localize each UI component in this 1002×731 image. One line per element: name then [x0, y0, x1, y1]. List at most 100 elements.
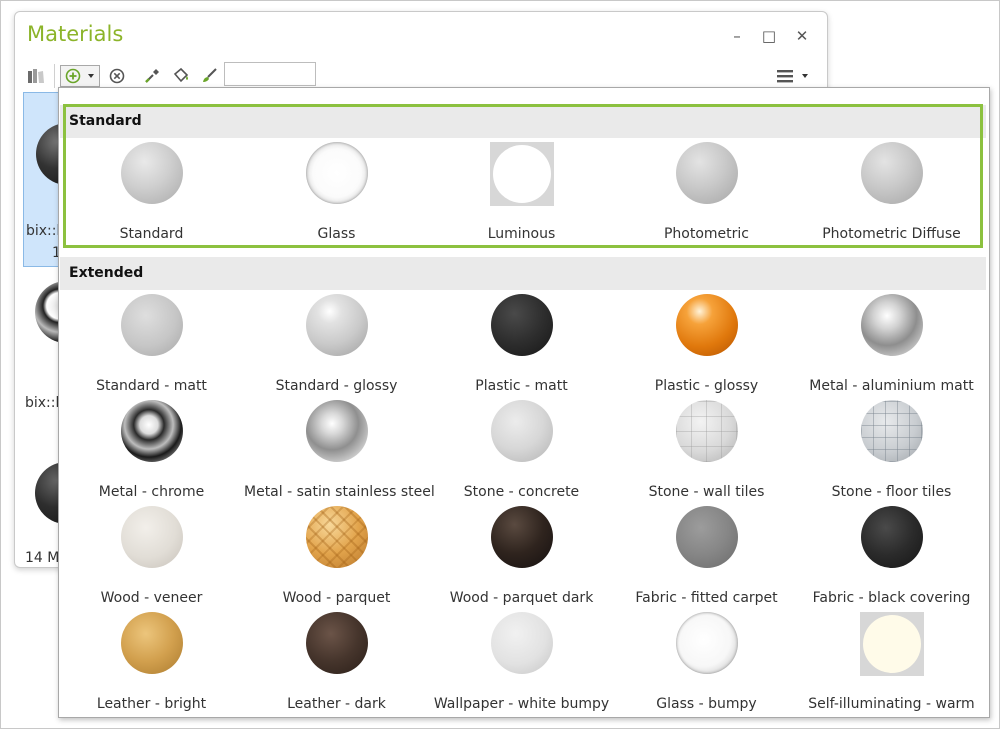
material-label: Metal - chrome: [98, 484, 205, 500]
material-preview-sphere: [493, 145, 551, 203]
material-label: Stone - concrete: [463, 484, 580, 500]
material-picker-panel: Standard Standard Glass Luminous Photome…: [58, 87, 990, 718]
material-photometric[interactable]: Photometric: [614, 142, 799, 248]
eyedropper-icon: [145, 69, 159, 83]
material-label: Glass: [317, 226, 356, 242]
material-photometric-diffuse[interactable]: Photometric Diffuse: [799, 142, 984, 248]
material-preview: [306, 142, 368, 204]
material-label: Wood - parquet dark: [449, 590, 594, 606]
material-wallpaper-white-bumpy[interactable]: Wallpaper - white bumpy: [429, 612, 614, 717]
material-preview: [121, 612, 183, 674]
material-metal-satin-stainless-steel[interactable]: Metal - satin stainless steel: [244, 400, 435, 506]
material-preview: [676, 142, 738, 204]
material-glass-bumpy[interactable]: Glass - bumpy: [614, 612, 799, 717]
minimize-button[interactable]: –: [726, 26, 748, 46]
material-label: Wallpaper - white bumpy: [433, 696, 610, 712]
search-input[interactable]: [224, 62, 316, 86]
material-leather-dark[interactable]: Leather - dark: [244, 612, 429, 717]
material-preview: [306, 400, 368, 462]
material-preview: [491, 294, 553, 356]
material-preview: [861, 142, 923, 204]
material-glass[interactable]: Glass: [244, 142, 429, 248]
material-label: Photometric: [663, 226, 750, 242]
material-preview: [861, 506, 923, 568]
material-label: Fabric - black covering: [812, 590, 971, 606]
material-self-illuminating-warm[interactable]: Self-illuminating - warm: [799, 612, 984, 717]
section-header-extended: Extended: [60, 257, 986, 290]
material-label: Standard - glossy: [275, 378, 398, 394]
material-label: Standard - matt: [96, 378, 207, 394]
material-preview: [860, 612, 924, 676]
chevron-down-icon: [88, 74, 94, 78]
material-standard-matt[interactable]: Standard - matt: [59, 294, 244, 400]
delete-button[interactable]: [106, 65, 128, 87]
material-label: Standard: [119, 226, 184, 242]
material-preview: [676, 294, 738, 356]
material-label: Wood - parquet: [282, 590, 391, 606]
material-fabric-fitted-carpet[interactable]: Fabric - fitted carpet: [614, 506, 799, 612]
material-leather-bright[interactable]: Leather - bright: [59, 612, 244, 717]
library-button[interactable]: [25, 65, 47, 87]
maximize-icon: □: [761, 27, 777, 45]
material-preview: [491, 506, 553, 568]
material-preview: [676, 612, 738, 674]
delete-icon: [109, 68, 125, 84]
material-luminous[interactable]: Luminous: [429, 142, 614, 248]
material-preview: [306, 612, 368, 674]
material-label: Plastic - matt: [475, 378, 568, 394]
maximize-button[interactable]: □: [758, 26, 780, 46]
material-label: Metal - satin stainless steel: [244, 484, 435, 500]
material-preview-sphere: [863, 615, 921, 673]
close-button[interactable]: ✕: [791, 26, 813, 46]
material-label: Stone - wall tiles: [648, 484, 765, 500]
close-icon: ✕: [795, 27, 809, 45]
material-label: Fabric - fitted carpet: [635, 590, 778, 606]
material-preview: [121, 506, 183, 568]
material-stone-floor-tiles[interactable]: Stone - floor tiles: [799, 400, 984, 506]
material-label: Self-illuminating - warm: [808, 696, 975, 712]
add-material-button[interactable]: [60, 65, 100, 87]
toolbar-separator: [54, 64, 55, 88]
material-preview: [121, 400, 183, 462]
material-preview: [676, 506, 738, 568]
material-preview: [491, 612, 553, 674]
paint-bucket-button[interactable]: [170, 65, 192, 87]
material-wood-parquet[interactable]: Wood - parquet: [244, 506, 429, 612]
material-wood-veneer[interactable]: Wood - veneer: [59, 506, 244, 612]
material-preview: [491, 400, 553, 462]
material-label: Stone - floor tiles: [831, 484, 952, 500]
material-label: Leather - bright: [96, 696, 207, 712]
material-stone-wall-tiles[interactable]: Stone - wall tiles: [614, 400, 799, 506]
material-standard-glossy[interactable]: Standard - glossy: [244, 294, 429, 400]
material-label: Plastic - glossy: [654, 378, 759, 394]
material-label: Luminous: [487, 226, 556, 242]
material-preview: [121, 142, 183, 204]
eyedropper-button[interactable]: [141, 65, 163, 87]
material-stone-concrete[interactable]: Stone - concrete: [429, 400, 614, 506]
material-label: Metal - aluminium matt: [809, 378, 974, 394]
brush-icon: [203, 68, 217, 82]
window-title: Materials: [27, 22, 124, 46]
material-wood-parquet-dark[interactable]: Wood - parquet dark: [429, 506, 614, 612]
material-standard[interactable]: Standard: [59, 142, 244, 248]
material-label: Leather - dark: [287, 696, 386, 712]
material-preview: [306, 294, 368, 356]
chevron-down-icon: [802, 74, 808, 78]
list-item-label: 14 M: [25, 550, 60, 566]
material-preview: [490, 142, 554, 206]
material-preview: [121, 294, 183, 356]
material-plastic-glossy[interactable]: Plastic - glossy: [614, 294, 799, 400]
material-plastic-matt[interactable]: Plastic - matt: [429, 294, 614, 400]
brush-button[interactable]: [198, 65, 220, 87]
material-label: Wood - veneer: [100, 590, 203, 606]
library-icon: [28, 69, 44, 83]
menu-icon: [777, 70, 793, 83]
material-metal-chrome[interactable]: Metal - chrome: [59, 400, 244, 506]
material-preview: [306, 506, 368, 568]
view-menu-button[interactable]: [775, 65, 811, 87]
material-fabric-black-covering[interactable]: Fabric - black covering: [799, 506, 984, 612]
material-label: Glass - bumpy: [656, 696, 757, 712]
paint-bucket-icon: [173, 67, 189, 83]
material-metal-aluminium-matt[interactable]: Metal - aluminium matt: [799, 294, 984, 400]
toolbar: [15, 62, 827, 90]
